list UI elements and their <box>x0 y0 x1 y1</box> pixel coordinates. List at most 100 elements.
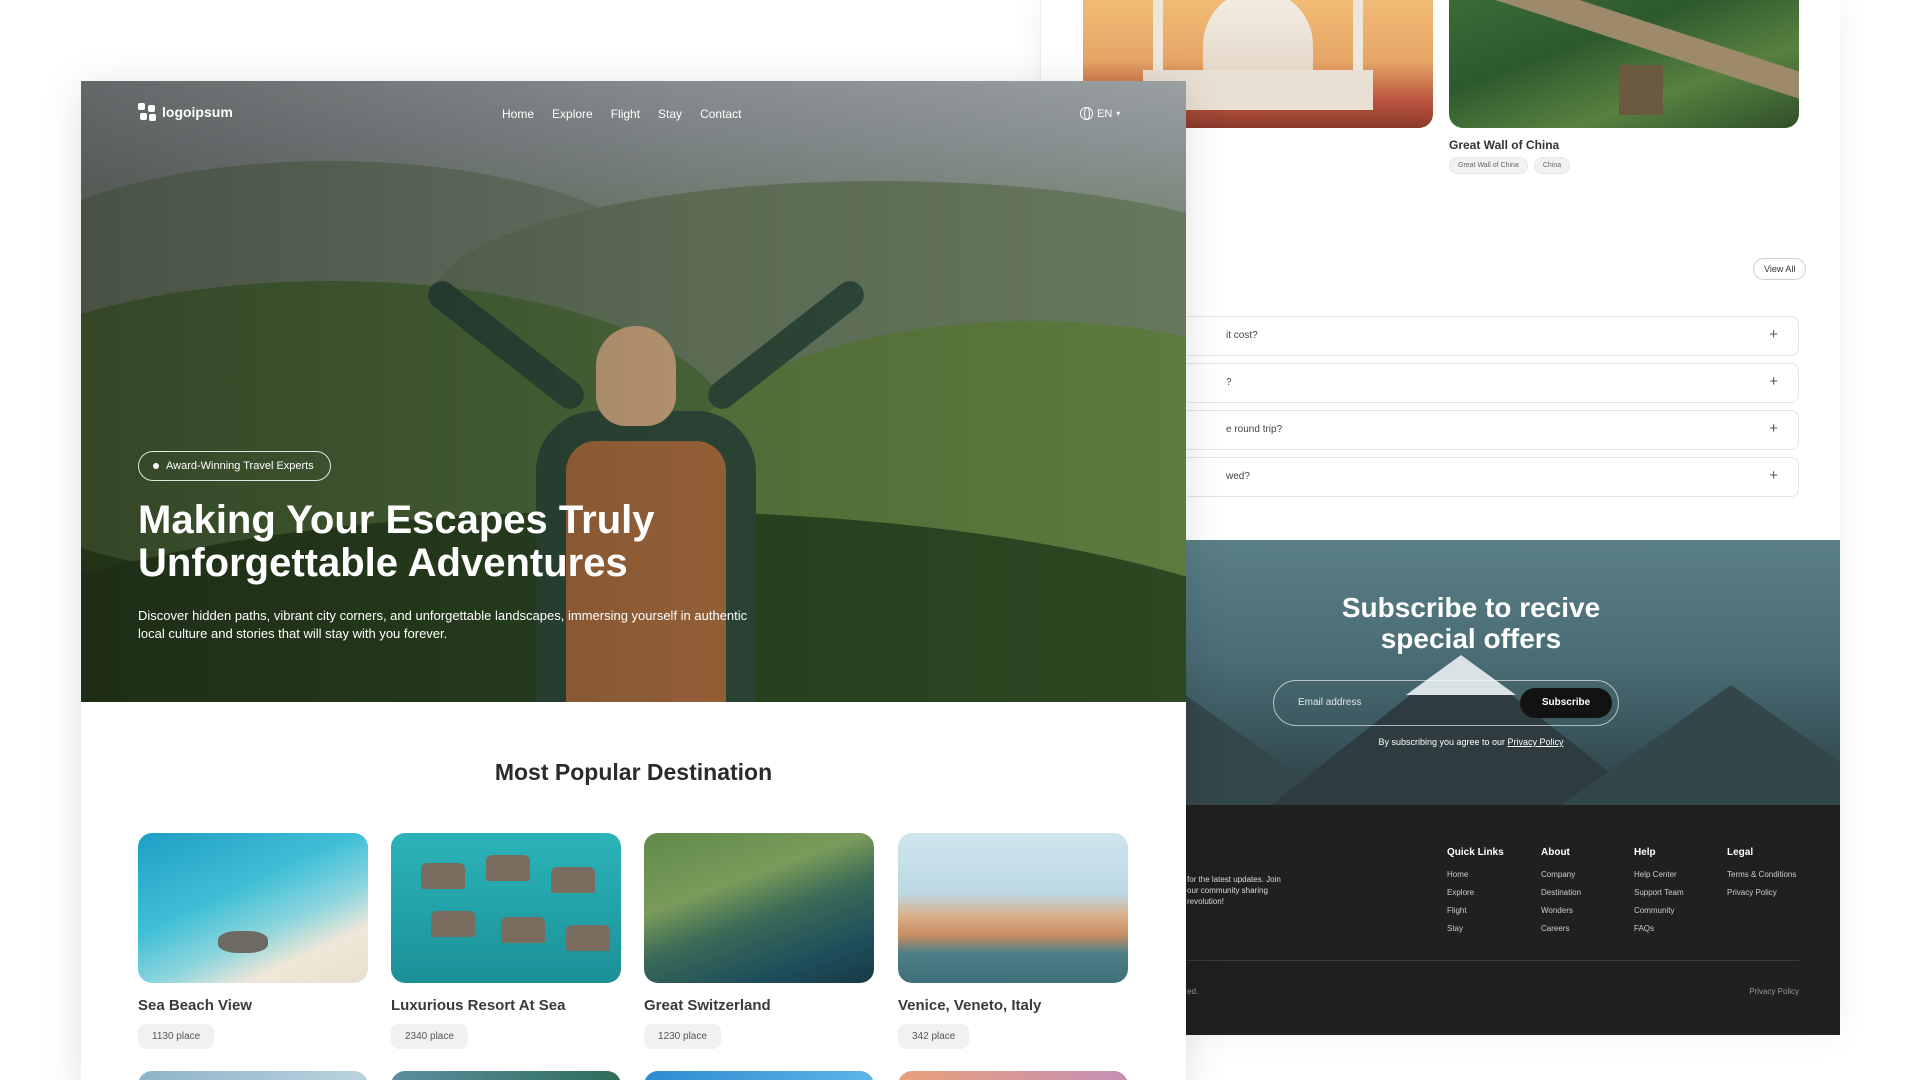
footer-privacy-link[interactable]: Privacy Policy <box>1749 987 1799 996</box>
footer-link[interactable]: Help Center <box>1634 870 1684 879</box>
destination-card[interactable]: Great Switzerland 1230 place <box>644 833 874 1049</box>
language-label: EN <box>1097 107 1113 120</box>
destination-tags: Great Wall of China China <box>1449 157 1571 174</box>
footer-link[interactable]: Stay <box>1447 924 1504 933</box>
language-selector[interactable]: EN ▾ <box>1080 107 1120 120</box>
subscribe-form: Email address Subscribe <box>1273 680 1619 726</box>
destination-card[interactable]: Sea Beach View 1130 place <box>138 833 368 1049</box>
plus-icon[interactable]: + <box>1769 467 1778 484</box>
email-input[interactable]: Email address <box>1298 697 1361 708</box>
footer-link[interactable]: Privacy Policy <box>1727 888 1796 897</box>
privacy-policy-link[interactable]: Privacy Policy <box>1508 737 1564 747</box>
subscribe-title-line: special offers <box>1380 623 1562 654</box>
great-wall-image[interactable] <box>1449 0 1799 128</box>
place-count-badge: 1130 place <box>138 1024 215 1049</box>
subscribe-button[interactable]: Subscribe <box>1520 688 1612 718</box>
destination-image[interactable] <box>391 833 621 983</box>
faq-question: e round trip? <box>1226 424 1283 435</box>
resort-hut <box>421 863 465 889</box>
wall-tower <box>1619 65 1663 115</box>
destination-name[interactable]: Sea Beach View <box>138 997 368 1014</box>
tag-chip: China <box>1533 157 1571 174</box>
hero-title-line: Unforgettable Adventures <box>138 541 628 585</box>
nav-link-flight[interactable]: Flight <box>611 107 640 121</box>
chevron-down-icon: ▾ <box>1116 109 1121 118</box>
destination-name[interactable]: Luxurious Resort At Sea <box>391 997 621 1014</box>
resort-hut <box>431 911 475 937</box>
footer-column-help: Help Help Center Support Team Community … <box>1634 847 1684 942</box>
footer-heading: Legal <box>1727 847 1754 858</box>
destination-name[interactable]: Great Switzerland <box>644 997 874 1014</box>
subscribe-title-line: Subscribe to recive <box>1341 592 1601 623</box>
footer-copyright: ed. <box>1187 987 1199 996</box>
nav-link-explore[interactable]: Explore <box>552 107 593 121</box>
destination-image[interactable] <box>898 833 1128 983</box>
logo[interactable]: logoipsum <box>138 103 233 121</box>
logo-icon <box>138 103 156 121</box>
resort-hut <box>501 917 545 943</box>
place-count-badge: 342 place <box>898 1024 970 1049</box>
beach-rock <box>218 931 268 953</box>
award-badge: Award-Winning Travel Experts <box>138 451 331 481</box>
footer-blurb: for the latest updates. Join our communi… <box>1187 875 1281 906</box>
resort-hut <box>551 867 595 893</box>
footer-link[interactable]: Wonders <box>1541 906 1581 915</box>
footer-link[interactable]: Company <box>1541 870 1581 879</box>
footer-link[interactable]: Community <box>1634 906 1684 915</box>
footer-link[interactable]: Destination <box>1541 888 1581 897</box>
nav-link-contact[interactable]: Contact <box>700 107 741 121</box>
footer-column-legal: Legal Terms & Conditions Privacy Policy <box>1727 847 1796 906</box>
footer-heading: Help <box>1634 847 1656 858</box>
faq-question: wed? <box>1226 471 1250 482</box>
footer-column-quick-links: Quick Links Home Explore Flight Stay <box>1447 847 1504 942</box>
faq-question: it cost? <box>1226 330 1258 341</box>
destination-image[interactable] <box>138 833 368 983</box>
faq-item[interactable]: e round trip? + <box>1181 410 1799 450</box>
destination-image-partial[interactable] <box>898 1071 1128 1080</box>
footer-column-about: About Company Destination Wonders Career… <box>1541 847 1581 942</box>
nav-link-home[interactable]: Home <box>502 107 534 121</box>
destination-image-partial[interactable] <box>391 1071 621 1080</box>
footer-link[interactable]: Support Team <box>1634 888 1684 897</box>
foreground-page: logoipsum Home Explore Flight Stay Conta… <box>81 81 1186 1080</box>
footer-link[interactable]: Home <box>1447 870 1504 879</box>
badge-dot-icon <box>153 463 159 469</box>
hero-description: Discover hidden paths, vibrant city corn… <box>138 608 748 641</box>
faq-item[interactable]: ? + <box>1181 363 1799 403</box>
plus-icon[interactable]: + <box>1769 420 1778 437</box>
footer-divider <box>1181 960 1799 961</box>
destination-image[interactable] <box>644 833 874 983</box>
badge-text: Award-Winning Travel Experts <box>166 460 314 472</box>
destination-card-title[interactable]: Great Wall of China <box>1449 138 1559 152</box>
logo-text: logoipsum <box>162 104 233 120</box>
destination-card[interactable]: Venice, Veneto, Italy 342 place <box>898 833 1128 1049</box>
footer-heading: Quick Links <box>1447 847 1504 858</box>
subscribe-note-text: By subscribing you agree to our <box>1378 737 1508 747</box>
section-title: Most Popular Destination <box>494 759 773 785</box>
place-count-badge: 2340 place <box>391 1024 468 1049</box>
footer-link[interactable]: Flight <box>1447 906 1504 915</box>
nav-links: Home Explore Flight Stay Contact <box>502 107 741 121</box>
tag-chip: Great Wall of China <box>1449 157 1528 174</box>
destination-card[interactable]: Luxurious Resort At Sea 2340 place <box>391 833 621 1049</box>
destination-image-partial[interactable] <box>644 1071 874 1080</box>
footer-link[interactable]: Explore <box>1447 888 1504 897</box>
plus-icon[interactable]: + <box>1769 373 1778 390</box>
faq-question: ? <box>1226 377 1232 388</box>
globe-icon <box>1080 107 1093 120</box>
destination-name[interactable]: Venice, Veneto, Italy <box>898 997 1128 1014</box>
faq-item[interactable]: it cost? + <box>1181 316 1799 356</box>
faq-item[interactable]: wed? + <box>1181 457 1799 497</box>
footer-link[interactable]: Terms & Conditions <box>1727 870 1796 879</box>
footer-link[interactable]: FAQs <box>1634 924 1684 933</box>
resort-hut <box>486 855 530 881</box>
view-all-button[interactable]: View All <box>1753 258 1807 280</box>
plus-icon[interactable]: + <box>1769 326 1778 343</box>
hero-title-line: Making Your Escapes Truly <box>138 498 655 542</box>
resort-hut <box>566 925 610 951</box>
destination-image-partial[interactable] <box>138 1071 368 1080</box>
hero-title: Making Your Escapes Truly Unforgettable … <box>138 499 858 585</box>
nav-link-stay[interactable]: Stay <box>658 107 682 121</box>
hero-section: logoipsum Home Explore Flight Stay Conta… <box>81 81 1186 702</box>
footer-link[interactable]: Careers <box>1541 924 1581 933</box>
